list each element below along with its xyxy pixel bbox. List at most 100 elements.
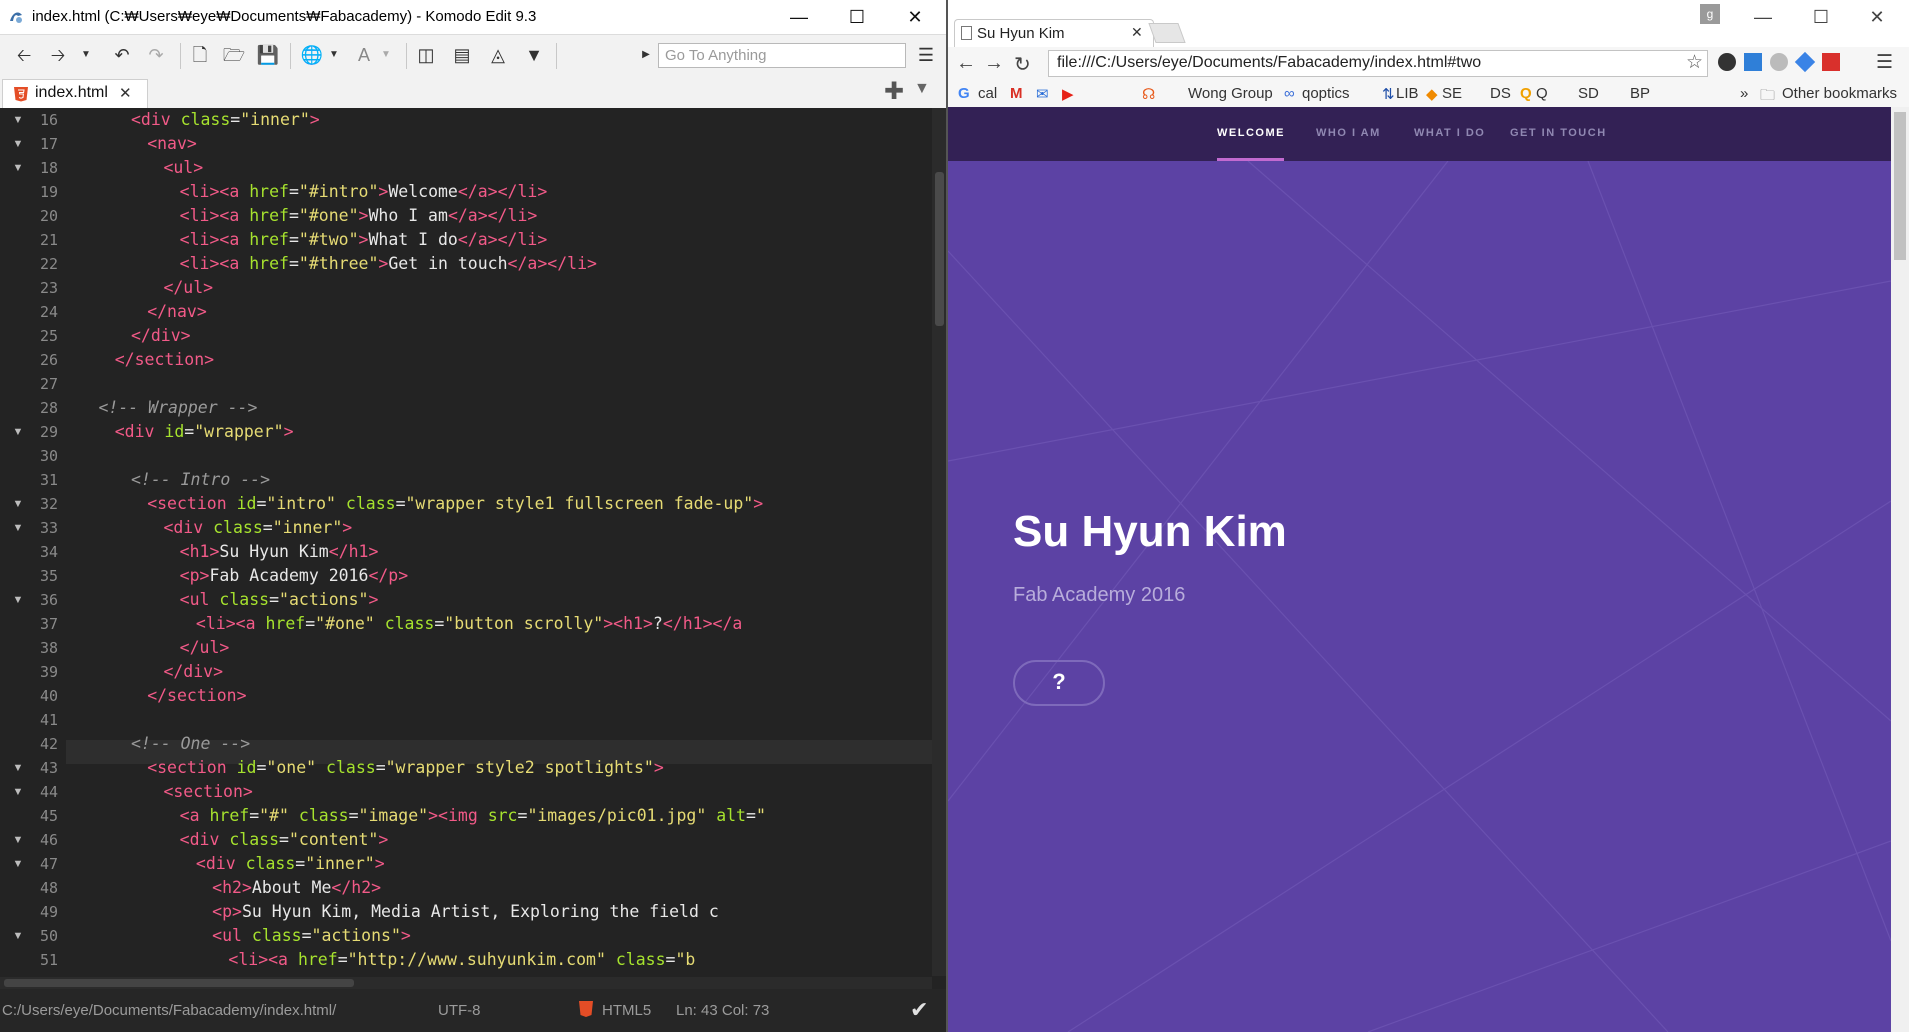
page-scroll-thumb[interactable] — [1894, 112, 1906, 260]
nav-what-i-do[interactable]: WHAT I DO — [1414, 127, 1485, 139]
status-encoding[interactable]: UTF-8 — [438, 1002, 481, 1019]
profile-icon[interactable]: g — [1700, 4, 1720, 24]
chevron-right-icon[interactable]: ▶ — [632, 43, 660, 67]
line-number: 45 — [39, 807, 58, 825]
chevron-down-icon[interactable]: ▼ — [320, 43, 348, 67]
code-line: <ul> — [163, 158, 204, 177]
fold-toggle-icon[interactable]: ▼ — [12, 852, 24, 876]
fold-toggle-icon[interactable]: ▼ — [12, 588, 24, 612]
close-icon[interactable]: ✕ — [119, 84, 132, 102]
more-bookmarks[interactable]: » — [1740, 85, 1748, 102]
status-language[interactable]: HTML5 — [602, 1002, 651, 1019]
lib-icon: ⇅ — [1382, 86, 1395, 103]
line-number: 40 — [39, 687, 58, 705]
add-tab-icon[interactable]: ✚ — [884, 77, 904, 106]
menu-icon[interactable]: ☰ — [1876, 51, 1893, 74]
nav-get-in-touch[interactable]: GET IN TOUCH — [1510, 127, 1607, 139]
line-number: 39 — [39, 663, 58, 681]
open-folder-icon[interactable]: 🗁 — [220, 43, 248, 67]
maximize-button[interactable]: ☐ — [828, 0, 886, 34]
bookmark-qoptics[interactable]: qoptics — [1302, 85, 1350, 102]
scroll-button[interactable]: ? — [1013, 660, 1105, 706]
toolbox-icon[interactable]: ▼ — [520, 43, 548, 67]
bookmark-cal[interactable]: cal — [978, 85, 997, 102]
right-pane-icon[interactable]: ◬ — [484, 43, 512, 67]
goto-anything-input[interactable]: Go To Anything — [658, 43, 906, 68]
minimize-button[interactable]: — — [770, 0, 828, 34]
code-line: <div class="inner"> — [195, 854, 385, 873]
bookmark-q[interactable]: Q — [1536, 85, 1548, 102]
reload-icon[interactable]: ↻ — [1014, 52, 1031, 77]
extension-icon[interactable] — [1822, 53, 1840, 71]
back-icon[interactable]: 🡠 — [10, 43, 38, 67]
html5-file-icon — [13, 86, 29, 102]
headphones-icon[interactable]: ☊ — [1142, 85, 1155, 103]
minimize-button[interactable]: — — [1734, 0, 1792, 34]
fold-toggle-icon[interactable]: ▼ — [12, 780, 24, 804]
chevron-down-icon[interactable]: ▼ — [72, 43, 100, 67]
bookmark-lib[interactable]: LIB — [1396, 85, 1419, 102]
line-number: 42 — [39, 735, 58, 753]
bookmark-ds[interactable]: DS — [1490, 85, 1511, 102]
code-line: <section id="one" class="wrapper style2 … — [147, 758, 664, 777]
forward-icon[interactable]: 🡢 — [44, 43, 72, 67]
line-number: 35 — [39, 567, 58, 585]
nav-welcome[interactable]: WELCOME — [1217, 127, 1285, 139]
save-icon[interactable]: 💾 — [254, 43, 282, 67]
extension-icon[interactable] — [1718, 53, 1736, 71]
back-icon[interactable]: ← — [956, 52, 976, 75]
close-button[interactable]: ✕ — [886, 0, 944, 34]
editor-scroll-thumb[interactable] — [935, 172, 944, 326]
bookmark-wong-group[interactable]: Wong Group — [1188, 85, 1273, 102]
code-editor[interactable]: 16 ▼ <div class="inner"> 17 ▼ <nav> 18 ▼ <ul> 19 <… — [0, 108, 946, 976]
star-icon[interactable]: ☆ — [1686, 51, 1703, 74]
tab-index-html[interactable]: index.html ✕ — [2, 79, 148, 108]
close-button[interactable]: ✕ — [1848, 0, 1906, 34]
line-number: 34 — [39, 543, 58, 561]
code-line: <li><a href="#two">What I do</a></li> — [179, 230, 548, 249]
chevron-down-icon[interactable]: ▼ — [372, 43, 400, 67]
line-number: 18 — [39, 159, 58, 177]
extension-icon[interactable] — [1744, 53, 1762, 71]
fold-toggle-icon[interactable]: ▼ — [12, 156, 24, 180]
bottom-pane-icon[interactable]: ▤ — [448, 43, 476, 67]
new-file-icon[interactable]: 🗋 — [186, 43, 214, 67]
code-line: <section> — [163, 782, 253, 801]
nav-who-i-am[interactable]: WHO I AM — [1316, 127, 1381, 139]
left-pane-icon[interactable]: ◫ — [412, 43, 440, 67]
status-position: Ln: 43 Col: 73 — [676, 1002, 770, 1019]
undo-icon[interactable]: ↶ — [108, 43, 136, 67]
fold-toggle-icon[interactable]: ▼ — [12, 924, 24, 948]
bookmarks-bar: G cal M ✉ ▶ Y ☊ Wong Group ∞ qoptics ⇅ L… — [948, 81, 1909, 183]
address-bar[interactable]: file:///C:/Users/eye/Documents/Fabacadem… — [1048, 50, 1708, 77]
youtube-icon[interactable]: ▶ — [1062, 85, 1074, 103]
fold-toggle-icon[interactable]: ▼ — [12, 756, 24, 780]
bookmark-se[interactable]: SE — [1442, 85, 1462, 102]
maximize-button[interactable]: ☐ — [1792, 0, 1850, 34]
line-number: 27 — [39, 375, 58, 393]
other-bookmarks[interactable]: Other bookmarks — [1782, 85, 1897, 102]
fold-toggle-icon[interactable]: ▼ — [12, 420, 24, 444]
google-cal-icon: G — [958, 85, 970, 102]
code-line: <ul class="actions"> — [212, 926, 411, 945]
new-tab-button[interactable] — [1148, 23, 1186, 43]
menu-icon[interactable]: ☰ — [912, 43, 940, 67]
gmail-icon[interactable]: M — [1010, 85, 1023, 102]
browser-tab[interactable]: Su Hyun Kim ✕ — [954, 19, 1154, 47]
fold-toggle-icon[interactable]: ▼ — [12, 492, 24, 516]
komodo-window-title: index.html (C:₩Users₩eye₩Documents₩Fabac… — [32, 8, 537, 25]
close-icon[interactable]: ✕ — [1131, 24, 1143, 41]
tab-list-icon[interactable]: ▼ — [914, 80, 930, 98]
editor-hscroll-thumb[interactable] — [4, 979, 354, 987]
bookmark-sd[interactable]: SD — [1578, 85, 1599, 102]
fold-toggle-icon[interactable]: ▼ — [12, 516, 24, 540]
code-line: </nav> — [147, 302, 207, 321]
forward-icon[interactable]: → — [984, 52, 1004, 75]
fold-toggle-icon[interactable]: ▼ — [12, 108, 24, 132]
extension-icon[interactable] — [1770, 53, 1788, 71]
mail-icon[interactable]: ✉ — [1036, 85, 1049, 103]
bookmark-bp[interactable]: BP — [1630, 85, 1650, 102]
fold-toggle-icon[interactable]: ▼ — [12, 132, 24, 156]
redo-icon[interactable]: ↷ — [142, 43, 170, 67]
fold-toggle-icon[interactable]: ▼ — [12, 828, 24, 852]
